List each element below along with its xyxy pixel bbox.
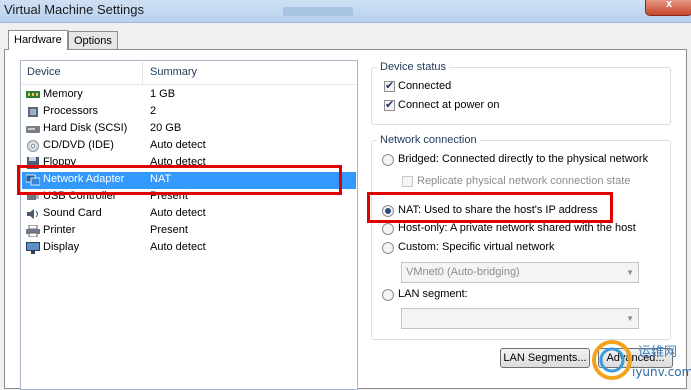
device-summary: Auto detect: [150, 207, 206, 219]
highlight-box-nat: [367, 192, 613, 223]
replicate-label: Replicate physical network connection st…: [417, 175, 631, 187]
device-status-group: [371, 67, 671, 125]
display-icon: [26, 242, 40, 254]
custom-radio[interactable]: [382, 242, 394, 254]
custom-network-combo[interactable]: VMnet0 (Auto-bridging) ▼: [401, 262, 639, 283]
custom-network-combo-value: VMnet0 (Auto-bridging): [406, 266, 520, 278]
device-summary: 1 GB: [150, 88, 176, 100]
processor-icon: [28, 107, 38, 117]
column-header-summary[interactable]: Summary: [150, 66, 197, 78]
connected-checkbox[interactable]: [384, 79, 395, 92]
tab-options[interactable]: Options: [68, 31, 118, 49]
highlight-box-network-adapter: [17, 165, 342, 195]
lan-segment-radio[interactable]: [382, 289, 394, 301]
lan-segment-label[interactable]: LAN segment:: [398, 288, 468, 300]
close-button[interactable]: x: [645, 0, 691, 16]
device-name: Display: [43, 241, 80, 253]
watermark-cn: 运维网: [638, 345, 677, 360]
device-status-legend: Device status: [377, 61, 450, 73]
device-row-processors[interactable]: Processors 2: [22, 104, 356, 121]
device-row-memory[interactable]: Memory 1 GB: [22, 87, 356, 104]
device-row-sound-card[interactable]: Sound Card Auto detect: [22, 206, 356, 223]
chevron-down-icon: ▼: [626, 314, 634, 323]
bridged-radio[interactable]: [382, 154, 394, 166]
column-separator[interactable]: [142, 62, 143, 84]
device-row-cd-dvd[interactable]: CD/DVD (IDE) Auto detect: [22, 138, 356, 155]
device-summary: Present: [150, 224, 188, 236]
network-connection-legend: Network connection: [377, 134, 480, 146]
watermark-url: iyunv.com: [632, 365, 691, 379]
window-title: Virtual Machine Settings: [4, 2, 144, 17]
device-name: Hard Disk (SCSI): [43, 122, 128, 134]
memory-icon: [26, 91, 40, 98]
device-name: Memory: [43, 88, 83, 100]
title-bar-blur: [283, 7, 353, 16]
device-name: CD/DVD (IDE): [43, 139, 114, 151]
cd-dvd-icon: [27, 140, 39, 152]
connect-at-power-on-checkbox[interactable]: [384, 98, 395, 111]
connect-at-power-on-label[interactable]: Connect at power on: [398, 99, 500, 111]
header-divider: [21, 84, 357, 85]
tab-hardware[interactable]: Hardware: [8, 30, 68, 50]
replicate-checkbox[interactable]: [402, 176, 413, 187]
watermark-logo: 运维网 iyunv.com: [592, 340, 691, 380]
sound-icon: [27, 209, 38, 219]
device-name: Processors: [43, 105, 99, 117]
device-name: Printer: [43, 224, 76, 236]
device-name: Sound Card: [43, 207, 102, 219]
custom-label[interactable]: Custom: Specific virtual network: [398, 241, 555, 253]
device-row-display[interactable]: Display Auto detect: [22, 240, 356, 257]
device-summary: 2: [150, 105, 157, 117]
bridged-label[interactable]: Bridged: Connected directly to the physi…: [398, 153, 648, 165]
device-row-hard-disk[interactable]: Hard Disk (SCSI) 20 GB: [22, 121, 356, 138]
device-summary: Auto detect: [150, 139, 206, 151]
close-icon: x: [665, 0, 673, 10]
connected-label[interactable]: Connected: [398, 80, 451, 92]
chevron-down-icon: ▼: [626, 268, 634, 277]
column-header-device[interactable]: Device: [27, 66, 61, 78]
device-summary: 20 GB: [150, 122, 182, 134]
host-only-label[interactable]: Host-only: A private network shared with…: [398, 222, 636, 234]
hard-disk-icon: [26, 126, 40, 133]
lan-segment-combo[interactable]: ▼: [401, 308, 639, 329]
printer-icon: [26, 225, 40, 237]
device-summary: Auto detect: [150, 241, 206, 253]
lan-segments-button[interactable]: LAN Segments...: [500, 348, 590, 368]
device-row-printer[interactable]: Printer Present: [22, 223, 356, 240]
host-only-radio[interactable]: [382, 223, 394, 235]
